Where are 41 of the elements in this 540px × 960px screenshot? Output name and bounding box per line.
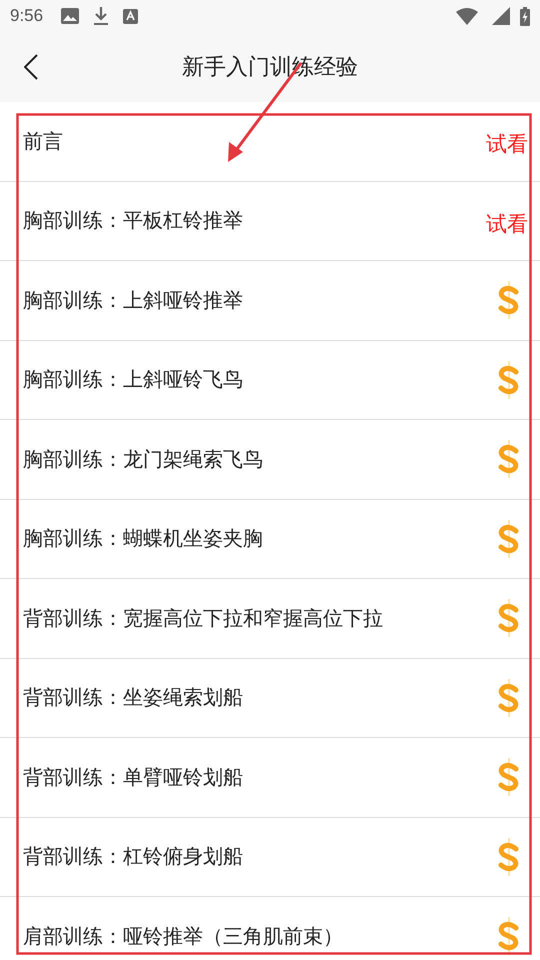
dollar-icon [498,758,520,796]
lesson-row[interactable]: 前言 试看 [23,102,528,180]
lesson-title: 前言 [23,128,64,155]
dollar-icon [498,281,520,320]
lesson-title: 胸部训练：龙门架绳索飞鸟 [23,446,264,473]
dollar-icon [498,440,520,478]
lesson-row[interactable]: 胸部训练：蝴蝶机坐姿夹胸 [23,500,528,578]
dollar-icon [498,599,520,638]
lesson-title: 背部训练：坐姿绳索划船 [23,684,244,712]
lesson-row[interactable]: 胸部训练：上斜哑铃飞鸟 [23,340,528,419]
dollar-icon [498,838,520,876]
lesson-title: 胸部训练：蝴蝶机坐姿夹胸 [23,525,264,552]
lesson-title: 背部训练：杠铃俯身划船 [23,843,244,870]
lesson-row[interactable]: 肩部训练：哑铃推举（三角肌前束） [23,897,528,960]
trial-label: 试看 [486,131,528,158]
image-icon [61,8,80,24]
lesson-title: 胸部训练：上斜哑铃飞鸟 [23,366,244,394]
lesson-row[interactable]: 背部训练：坐姿绳索划船 [23,658,528,737]
lesson-row[interactable]: 胸部训练：平板杠铃推举 试看 [23,182,528,260]
lesson-row[interactable]: 背部训练：宽握高位下拉和窄握高位下拉 [23,579,528,658]
lesson-row[interactable]: 胸部训练：上斜哑铃推举 [23,261,528,340]
trial-label: 试看 [486,210,528,238]
dollar-icon [498,678,520,717]
lesson-row[interactable]: 背部训练：单臂哑铃划船 [23,738,528,816]
battery-icon [520,6,530,26]
dollar-icon [498,360,520,399]
lesson-title: 背部训练：单臂哑铃划船 [23,764,244,791]
wifi-icon [456,8,478,24]
lesson-title: 背部训练：宽握高位下拉和窄握高位下拉 [23,604,384,632]
signal-icon [492,7,510,25]
lesson-title: 胸部训练：平板杠铃推举 [23,207,244,234]
status-time: 9:56 [10,6,44,26]
lesson-row[interactable]: 胸部训练：龙门架绳索飞鸟 [23,420,528,498]
back-icon [24,54,38,80]
lesson-row[interactable]: 背部训练：杠铃俯身划船 [23,818,528,896]
download-icon [93,6,110,26]
font-icon [123,8,138,24]
dollar-icon [498,917,520,956]
dollar-icon [498,520,520,558]
lesson-title: 胸部训练：上斜哑铃推举 [23,286,244,314]
lesson-title: 肩部训练：哑铃推举（三角肌前束） [23,922,344,950]
